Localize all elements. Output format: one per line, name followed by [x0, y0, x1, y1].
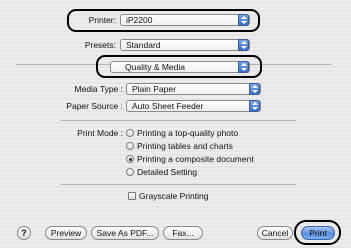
paper-source-popup[interactable]: Auto Sheet Feeder: [126, 100, 261, 112]
fax-button[interactable]: Fax...: [163, 226, 203, 240]
dialog-background: [0, 0, 351, 248]
printer-highlight-ring: [67, 9, 260, 32]
radio-option[interactable]: Detailed Setting: [126, 167, 197, 177]
print-highlight-ring: [294, 220, 341, 245]
paper-source-value: Auto Sheet Feeder: [132, 101, 204, 111]
radio-option[interactable]: Printing a top-quality photo: [126, 128, 238, 138]
preview-button[interactable]: Preview: [45, 226, 87, 240]
media-type-value: Plain Paper: [132, 84, 176, 94]
popup-arrows-icon: [238, 39, 249, 51]
print-mode-label: Print Mode :: [77, 128, 123, 138]
cancel-button[interactable]: Cancel: [257, 226, 293, 240]
separator: [60, 120, 296, 121]
panel-highlight-ring: [96, 55, 262, 78]
media-type-label: Media Type :: [74, 84, 123, 94]
radio-label: Printing a composite document: [137, 154, 254, 164]
radio-label: Printing tables and charts: [137, 141, 233, 151]
help-button[interactable]: ?: [17, 226, 31, 240]
radio-button[interactable]: [126, 129, 134, 137]
radio-option[interactable]: Printing tables and charts: [126, 141, 233, 151]
presets-popup[interactable]: Standard: [120, 39, 250, 51]
separator: [60, 184, 296, 185]
grayscale-checkbox[interactable]: [128, 192, 136, 200]
presets-value: Standard: [126, 40, 161, 50]
paper-source-label: Paper Source :: [66, 101, 123, 111]
media-type-popup[interactable]: Plain Paper: [126, 83, 261, 95]
radio-button-selected[interactable]: [126, 155, 134, 163]
grayscale-label: Grayscale Printing: [139, 191, 209, 201]
radio-button[interactable]: [126, 168, 134, 176]
radio-option[interactable]: Printing a composite document: [126, 154, 254, 164]
popup-arrows-icon: [249, 100, 260, 112]
popup-arrows-icon: [249, 83, 260, 95]
radio-label: Detailed Setting: [137, 167, 198, 177]
radio-label: Printing a top-quality photo: [137, 128, 239, 138]
presets-label: Presets:: [84, 40, 116, 50]
print-dialog: Printer: iP2200 Presets: Standard Qualit…: [0, 0, 351, 248]
radio-button[interactable]: [126, 142, 134, 150]
save-as-pdf-button[interactable]: Save As PDF...: [91, 226, 159, 240]
